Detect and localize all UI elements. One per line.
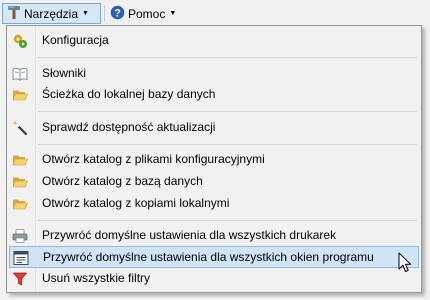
narzedzia-dropdown: Konfiguracja Słowniki Ścieżka do lokalne… (6, 25, 422, 293)
hammer-icon (7, 5, 21, 23)
folder-open-icon (12, 196, 28, 212)
menu-pomoc-label: Pomoc (128, 6, 166, 21)
menu-item-usun-filtry[interactable]: Usuń wszystkie filtry (9, 268, 419, 290)
menu-item-label: Otwórz katalog z plikami konfiguracyjnym… (42, 152, 265, 166)
menubar-divider (104, 5, 105, 21)
menu-item-katalog-konfiguracyjny[interactable]: Otwórz katalog z plikami konfiguracyjnym… (9, 149, 419, 171)
svg-text:?: ? (114, 7, 121, 19)
menu-item-katalog-bazy[interactable]: Otwórz katalog z bazą danych (9, 171, 419, 193)
menu-item-label: Przywróć domyślne ustawienia dla wszystk… (43, 250, 374, 264)
menu-pomoc[interactable]: ? Pomoc ▼ (106, 3, 176, 24)
mouse-cursor-icon (398, 252, 412, 277)
help-icon: ? (110, 5, 125, 23)
menu-item-label: Ścieżka do lokalnej bazy danych (42, 87, 216, 101)
menu-narzedzia-label: Narzędzia (24, 6, 79, 21)
book-icon (12, 66, 28, 82)
menu-item-reset-drukarek[interactable]: Przywróć domyślne ustawienia dla wszystk… (9, 225, 419, 247)
menu-item-label: Usuń wszystkie filtry (42, 271, 151, 285)
menu-item-katalog-kopii[interactable]: Otwórz katalog z kopiami lokalnymi (9, 193, 419, 215)
menu-separator (38, 111, 417, 112)
menu-item-label: Przywróć domyślne ustawienia dla wszystk… (42, 228, 337, 242)
window-settings-icon (13, 250, 29, 266)
filter-icon (12, 271, 28, 287)
menu-item-sprawdz-aktualizacje[interactable]: Sprawdź dostępność aktualizacji (9, 117, 419, 139)
menu-bar: Narzędzia ▼ ? Pomoc ▼ (0, 0, 430, 26)
menu-narzedzia[interactable]: Narzędzia ▼ (2, 3, 101, 24)
settings-icon (12, 33, 28, 49)
menu-item-label: Konfiguracja (42, 33, 109, 47)
menu-item-label: Słowniki (42, 66, 87, 80)
folder-open-icon (12, 87, 28, 103)
menu-item-slowniki[interactable]: Słowniki (9, 63, 419, 85)
menu-separator (38, 57, 417, 58)
magic-wand-icon (12, 120, 28, 136)
menu-item-reset-okien[interactable]: Przywróć domyślne ustawienia dla wszystk… (9, 246, 419, 268)
chevron-down-icon: ▼ (169, 10, 177, 17)
folder-open-icon (12, 174, 28, 190)
printer-icon (12, 228, 28, 244)
menu-item-sciezka-bazy[interactable]: Ścieżka do lokalnej bazy danych (9, 84, 419, 106)
menu-item-label: Otwórz katalog z kopiami lokalnymi (42, 196, 230, 210)
menu-separator (38, 220, 417, 221)
menu-item-konfiguracja[interactable]: Konfiguracja (9, 30, 419, 52)
chevron-down-icon: ▼ (82, 10, 89, 17)
menu-item-label: Sprawdź dostępność aktualizacji (42, 120, 216, 134)
menu-item-label: Otwórz katalog z bazą danych (42, 174, 203, 188)
folder-open-icon (12, 152, 28, 168)
menu-separator (38, 144, 417, 145)
